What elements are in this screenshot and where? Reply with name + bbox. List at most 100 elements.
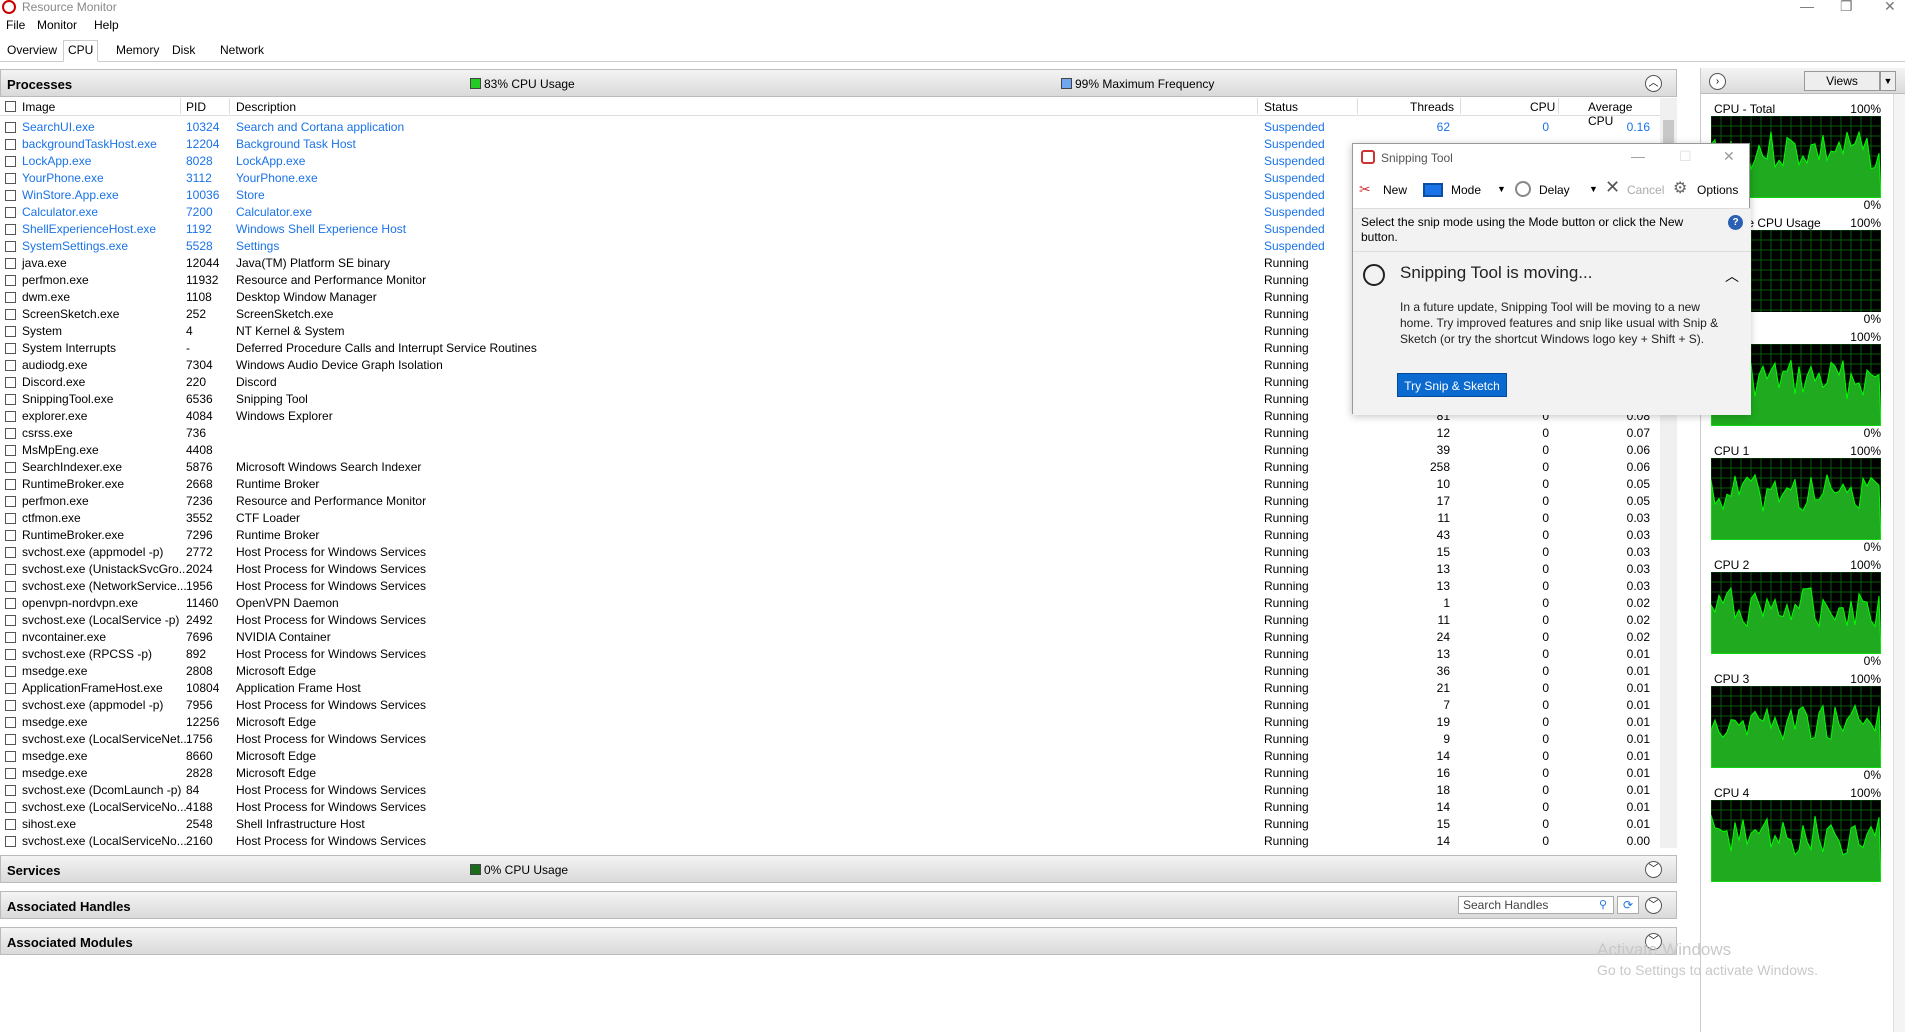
table-row[interactable]: svchost.exe (LocalServiceNo... 2160 Host P…	[0, 833, 1660, 848]
table-row[interactable]: csrss.exe 736 Running 12 0 0.07	[0, 425, 1660, 442]
table-row[interactable]: RuntimeBroker.exe 2668 Runtime Broker Runni…	[0, 476, 1660, 493]
new-snip-icon[interactable]: ✂	[1359, 181, 1377, 197]
row-checkbox[interactable]	[5, 462, 16, 473]
try-snip-sketch-button[interactable]: Try Snip & Sketch	[1397, 373, 1507, 397]
minimize-icon[interactable]: —	[1800, 0, 1814, 14]
close-icon[interactable]: ✕	[1884, 0, 1896, 15]
row-checkbox[interactable]	[5, 411, 16, 422]
menu-help[interactable]: Help	[94, 18, 119, 32]
row-checkbox[interactable]	[5, 717, 16, 728]
row-checkbox[interactable]	[5, 224, 16, 235]
tab-cpu[interactable]: CPU	[63, 40, 99, 62]
new-button[interactable]: New	[1383, 183, 1407, 197]
row-checkbox[interactable]	[5, 496, 16, 507]
tab-overview[interactable]: Overview	[3, 43, 61, 57]
row-checkbox[interactable]	[5, 547, 16, 558]
row-checkbox[interactable]	[5, 666, 16, 677]
row-checkbox[interactable]	[5, 751, 16, 762]
table-row[interactable]: ctfmon.exe 3552 CTF Loader Running 11 0 0.03	[0, 510, 1660, 527]
row-checkbox[interactable]	[5, 445, 16, 456]
row-checkbox[interactable]	[5, 513, 16, 524]
table-row[interactable]: openvpn-nordvpn.exe 11460 OpenVPN Daemon Ru…	[0, 595, 1660, 612]
row-checkbox[interactable]	[5, 428, 16, 439]
menu-monitor[interactable]: Monitor	[37, 18, 77, 32]
row-checkbox[interactable]	[5, 802, 16, 813]
row-checkbox[interactable]	[5, 632, 16, 643]
row-checkbox[interactable]	[5, 768, 16, 779]
row-checkbox[interactable]	[5, 836, 16, 847]
row-checkbox[interactable]	[5, 122, 16, 133]
table-row[interactable]: ApplicationFrameHost.exe 10804 Application…	[0, 680, 1660, 697]
table-row[interactable]: SearchIndexer.exe 5876 Microsoft Windows S…	[0, 459, 1660, 476]
delay-button[interactable]: Delay	[1539, 183, 1570, 197]
close-icon[interactable]: ✕	[1723, 148, 1735, 165]
graphs-scrollbar[interactable]	[1893, 94, 1905, 1032]
row-checkbox[interactable]	[5, 360, 16, 371]
table-row[interactable]: svchost.exe (UnistackSvcGro... 2024 Host P…	[0, 561, 1660, 578]
processes-header[interactable]: Processes 83% CPU Usage 99% Maximum Freq…	[0, 69, 1677, 97]
table-row[interactable]: svchost.exe (RPCSS -p) 892 Host Process fo…	[0, 646, 1660, 663]
row-checkbox[interactable]	[5, 734, 16, 745]
row-checkbox[interactable]	[5, 190, 16, 201]
row-checkbox[interactable]	[5, 241, 16, 252]
handles-header[interactable]: Associated Handles Search Handles ⚲ ⟳ ﹀	[0, 891, 1677, 919]
row-checkbox[interactable]	[5, 615, 16, 626]
table-row[interactable]: svchost.exe (appmodel -p) 7956 Host Proces…	[0, 697, 1660, 714]
table-row[interactable]: svchost.exe (LocalService -p) 2492 Host Pr…	[0, 612, 1660, 629]
col-status[interactable]: Status	[1264, 100, 1298, 114]
search-icon[interactable]: ⚲	[1599, 898, 1607, 911]
row-checkbox[interactable]	[5, 377, 16, 388]
table-row[interactable]: svchost.exe (appmodel -p) 2772 Host Proces…	[0, 544, 1660, 561]
table-row[interactable]: perfmon.exe 7236 Resource and Performance …	[0, 493, 1660, 510]
row-checkbox[interactable]	[5, 683, 16, 694]
search-handles-input[interactable]: Search Handles	[1458, 896, 1614, 914]
menu-file[interactable]: File	[6, 18, 25, 32]
table-row[interactable]: svchost.exe (NetworkService... 1956 Host P…	[0, 578, 1660, 595]
col-image[interactable]: Image	[22, 100, 55, 114]
options-button[interactable]: Options	[1697, 183, 1738, 197]
views-button[interactable]: Views	[1804, 71, 1880, 91]
row-checkbox[interactable]	[5, 326, 16, 337]
row-checkbox[interactable]	[5, 479, 16, 490]
tab-disk[interactable]: Disk	[168, 43, 199, 57]
clock-icon[interactable]	[1515, 181, 1531, 197]
mode-icon[interactable]	[1423, 183, 1443, 197]
delay-dropdown-icon[interactable]: ▼	[1589, 184, 1598, 194]
table-row[interactable]: nvcontainer.exe 7696 NVIDIA Container Runni…	[0, 629, 1660, 646]
row-checkbox[interactable]	[5, 258, 16, 269]
row-checkbox[interactable]	[5, 292, 16, 303]
row-checkbox[interactable]	[5, 139, 16, 150]
row-checkbox[interactable]	[5, 785, 16, 796]
col-cpu[interactable]: CPU	[1530, 100, 1555, 114]
views-dropdown-icon[interactable]: ▼	[1880, 71, 1896, 91]
row-checkbox[interactable]	[5, 173, 16, 184]
services-header[interactable]: Services 0% CPU Usage ﹀	[0, 855, 1677, 883]
table-row[interactable]: SearchUI.exe 10324 Search and Cortana appl…	[0, 119, 1660, 136]
table-row[interactable]: msedge.exe 2808 Microsoft Edge Running 36 0 0.…	[0, 663, 1660, 680]
table-row[interactable]: msedge.exe 12256 Microsoft Edge Running 19 0 0…	[0, 714, 1660, 731]
collapse-right-icon[interactable]: ›	[1709, 73, 1726, 90]
maximize-icon[interactable]: ❐	[1840, 0, 1853, 15]
col-description[interactable]: Description	[236, 100, 296, 114]
tab-memory[interactable]: Memory	[112, 43, 163, 57]
row-checkbox[interactable]	[5, 207, 16, 218]
table-row[interactable]: RuntimeBroker.exe 7296 Runtime Broker Runni…	[0, 527, 1660, 544]
refresh-icon[interactable]: ⟳	[1617, 896, 1639, 914]
row-checkbox[interactable]	[5, 530, 16, 541]
minimize-icon[interactable]: —	[1631, 148, 1645, 164]
mode-button[interactable]: Mode	[1451, 183, 1481, 197]
row-checkbox[interactable]	[5, 819, 16, 830]
row-checkbox[interactable]	[5, 649, 16, 660]
row-checkbox[interactable]	[5, 564, 16, 575]
mode-dropdown-icon[interactable]: ▼	[1497, 184, 1506, 194]
table-row[interactable]: msedge.exe 2828 Microsoft Edge Running 16 0 0.…	[0, 765, 1660, 782]
chevron-up-icon[interactable]: ︿	[1725, 266, 1739, 286]
collapse-up-icon[interactable]: ︿	[1645, 75, 1662, 92]
table-row[interactable]: svchost.exe (LocalServiceNet... 1756 Host …	[0, 731, 1660, 748]
row-checkbox[interactable]	[5, 598, 16, 609]
tab-network[interactable]: Network	[216, 43, 268, 57]
table-row[interactable]: MsMpEng.exe 4408 Running 39 0 0.06	[0, 442, 1660, 459]
table-row[interactable]: svchost.exe (DcomLaunch -p) 84 Host Proces…	[0, 782, 1660, 799]
modules-header[interactable]: Associated Modules ﹀	[0, 927, 1677, 955]
row-checkbox[interactable]	[5, 581, 16, 592]
